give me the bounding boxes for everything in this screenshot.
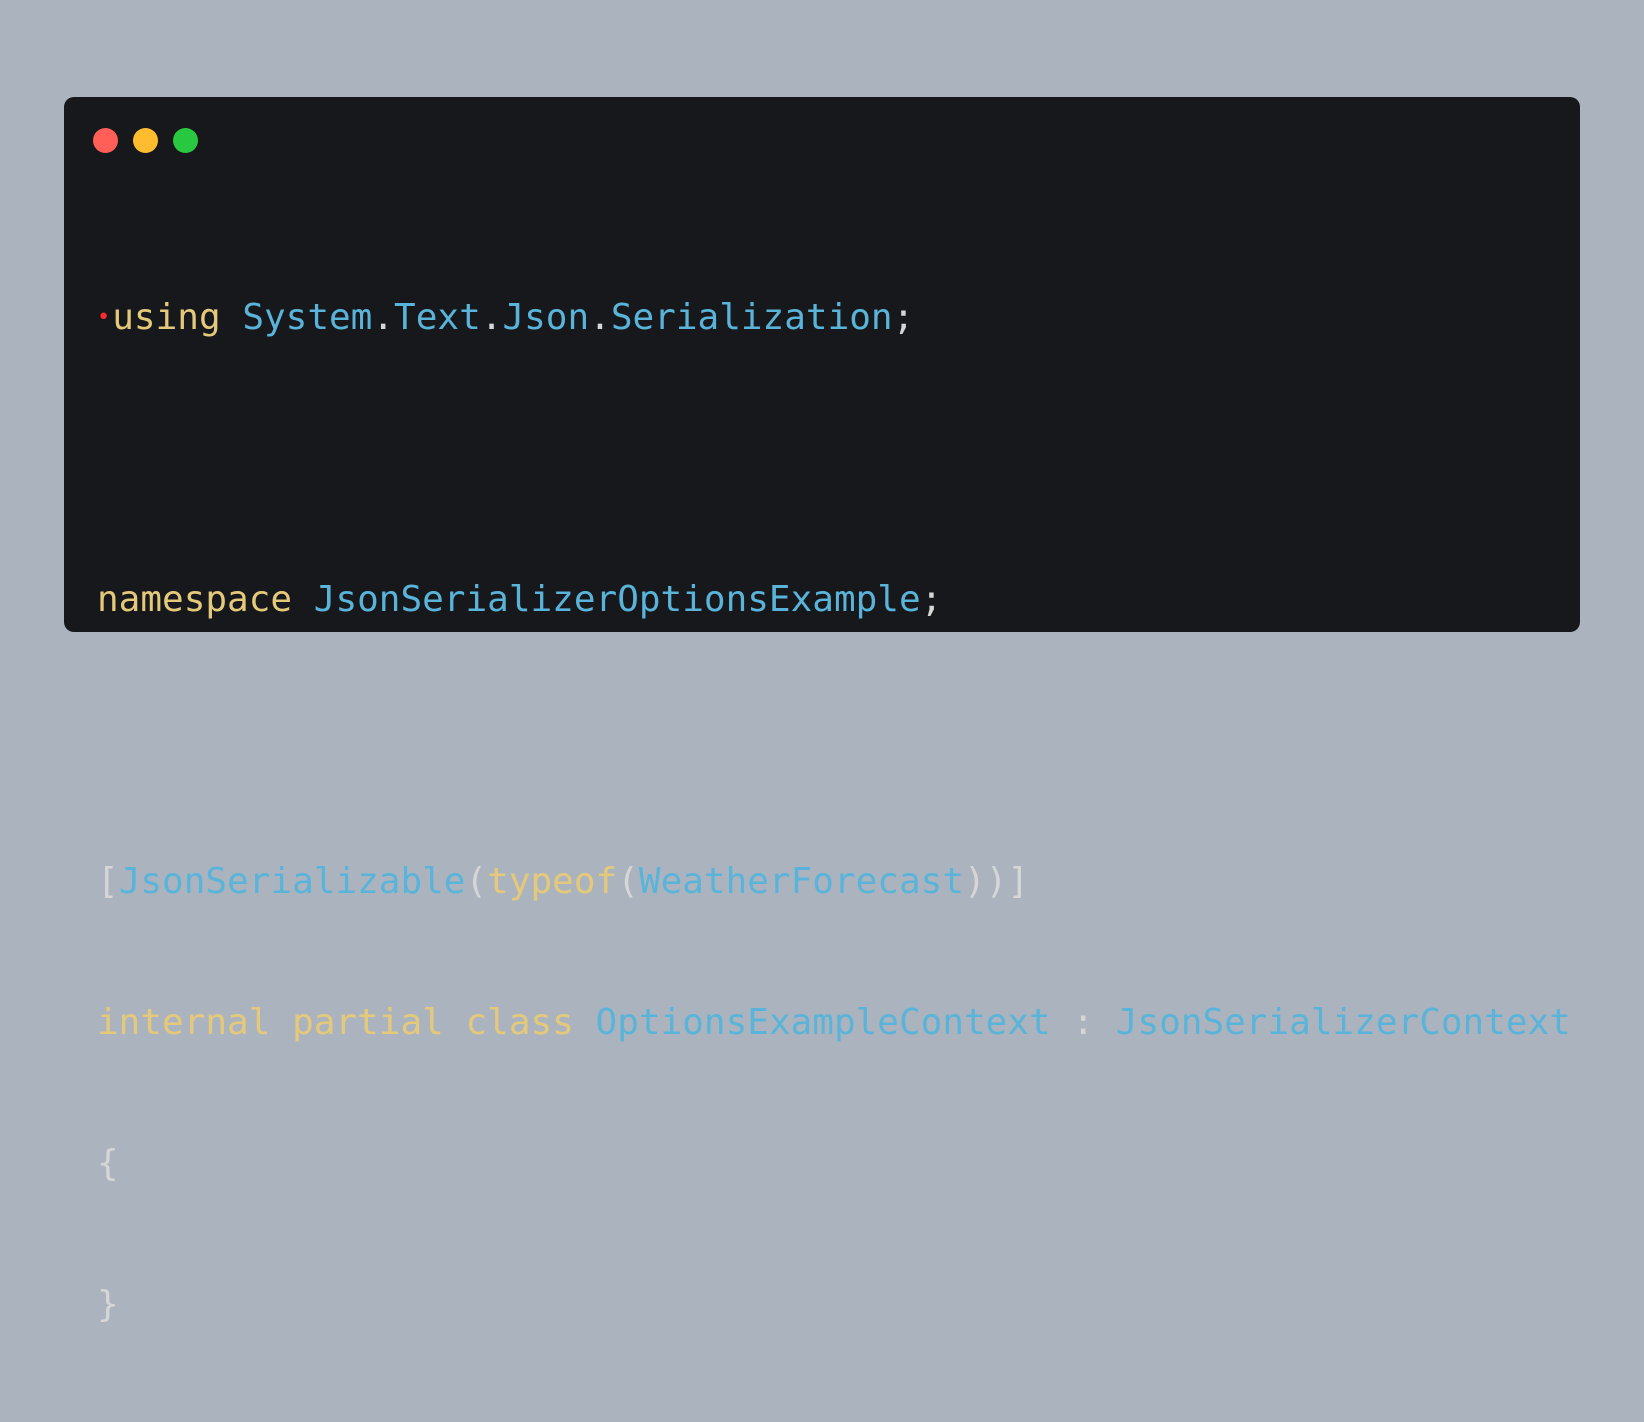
minimize-dot-icon[interactable] bbox=[133, 128, 158, 153]
keyword-namespace: namespace bbox=[97, 579, 293, 620]
namespace-system: System bbox=[242, 297, 373, 338]
open-paren: ( bbox=[617, 861, 639, 902]
window-controls bbox=[93, 128, 198, 153]
colon: : bbox=[1072, 1002, 1095, 1043]
code-line-1: •using System.Text.Json.Serialization; bbox=[97, 294, 1571, 341]
namespace-json: Json bbox=[502, 297, 590, 338]
code-line-2: namespace JsonSerializerOptionsExample; bbox=[97, 576, 1571, 623]
dot: . bbox=[480, 297, 503, 338]
keyword-typeof: typeof bbox=[487, 861, 618, 902]
open-bracket: [ bbox=[97, 861, 119, 902]
namespace-text: Text bbox=[394, 297, 481, 338]
keyword-class: class bbox=[465, 1002, 574, 1043]
close-dot-icon[interactable] bbox=[93, 128, 118, 153]
code-line-6: } bbox=[97, 1281, 1571, 1328]
semicolon: ; bbox=[920, 579, 943, 620]
attribute-name: JsonSerializable bbox=[118, 861, 466, 902]
keyword-partial: partial bbox=[292, 1002, 444, 1043]
keyword-using: using bbox=[112, 297, 221, 338]
dot: . bbox=[372, 297, 395, 338]
open-brace: { bbox=[97, 1143, 119, 1184]
code-line-5: { bbox=[97, 1140, 1571, 1187]
namespace-serialization: Serialization bbox=[610, 297, 893, 338]
code-window: •using System.Text.Json.Serialization; n… bbox=[64, 97, 1580, 1325]
base-class-name: JsonSerializerContext bbox=[1115, 1002, 1571, 1043]
keyword-internal: internal bbox=[97, 1002, 271, 1043]
code-line-3: [JsonSerializable(typeof(WeatherForecast… bbox=[97, 858, 1571, 905]
close-brace: } bbox=[97, 1284, 119, 1325]
code-line-4: internal partial class OptionsExampleCon… bbox=[97, 999, 1571, 1046]
closing-punctuation: ))] bbox=[964, 861, 1030, 902]
code-block: •using System.Text.Json.Serialization; n… bbox=[97, 200, 1571, 1422]
class-name: OptionsExampleContext bbox=[595, 1002, 1051, 1043]
breakpoint-marker-icon: • bbox=[97, 305, 111, 330]
namespace-name: JsonSerializerOptionsExample bbox=[313, 579, 921, 620]
open-paren: ( bbox=[465, 861, 488, 902]
dot: . bbox=[589, 297, 611, 338]
maximize-dot-icon[interactable] bbox=[173, 128, 198, 153]
type-argument: WeatherForecast bbox=[638, 861, 964, 902]
semicolon: ; bbox=[892, 297, 915, 338]
